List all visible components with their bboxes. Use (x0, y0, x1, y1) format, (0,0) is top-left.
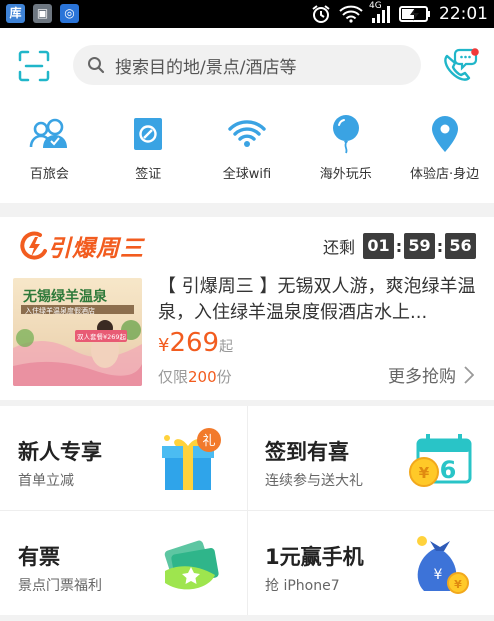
cell-subtitle: 景点门票福利 (18, 578, 102, 594)
wifi-icon (228, 120, 266, 147)
network-type-label: 4G (369, 1, 382, 11)
gallery-app-icon: ▣ (33, 4, 52, 23)
countdown-label: 还剩 (322, 238, 355, 257)
location-pin-icon (431, 116, 458, 152)
svg-text:6: 6 (440, 456, 457, 484)
grid-tickets[interactable]: 有票 景点门票福利 (0, 511, 247, 615)
flash-sale-logo[interactable]: 引爆周三 (18, 229, 144, 263)
nav-item-global-wifi[interactable]: 全球wifi (198, 113, 297, 193)
search-placeholder: 搜索目的地/景点/酒店等 (115, 57, 297, 78)
grid-checkin[interactable]: 签到有喜 连续参与送大礼 6 ¥ (247, 406, 494, 510)
customer-service-button[interactable] (440, 47, 480, 85)
wifi-signal-icon (339, 5, 363, 23)
nav-label: 签证 (135, 167, 162, 182)
price-value: 269 (169, 328, 220, 358)
more-deals-link[interactable]: 更多抢购 (388, 362, 474, 387)
grid-win-phone[interactable]: 1元赢手机 抢 iPhone7 ¥ ¥ (247, 511, 494, 615)
scan-icon (18, 50, 50, 82)
gift-box-icon: 礼 (162, 428, 221, 490)
section-divider (0, 203, 494, 217)
nav-label: 全球wifi (222, 167, 272, 182)
balloon-icon (332, 115, 359, 154)
flash-sale-logo-text: 引爆周三 (48, 236, 144, 262)
cell-title: 有票 (18, 545, 60, 569)
svg-text:¥: ¥ (454, 578, 462, 591)
money-bag-icon: ¥ ¥ (417, 536, 469, 594)
countdown-hours: 01 (363, 233, 394, 259)
limit-suffix: 份 (216, 368, 232, 386)
group-icon (30, 118, 68, 148)
cell-subtitle: 首单立减 (18, 473, 74, 489)
price-suffix: 起 (219, 339, 234, 355)
cell-title: 签到有喜 (265, 440, 349, 464)
thumb-badge-text: 双人套餐¥269起 (77, 333, 127, 341)
limit-count: 200 (188, 368, 217, 386)
svg-text:¥: ¥ (419, 464, 430, 482)
app-ku-icon: 库 (6, 4, 25, 23)
scan-button[interactable] (18, 50, 50, 82)
battery-charging-icon (399, 6, 430, 22)
blue-app-icon: ◎ (60, 4, 79, 23)
promo-title[interactable]: 【 引爆周三 】无锡双人游，爽泡绿羊温泉，入住绿羊温泉度假酒店水上... (158, 274, 478, 326)
countdown-seconds: 56 (445, 233, 476, 259)
alarm-icon (312, 5, 330, 23)
more-deals-label: 更多抢购 (388, 367, 456, 387)
cell-subtitle: 连续参与送大礼 (265, 473, 363, 489)
countdown-timer: 还剩 01 : 59 : 56 (323, 233, 476, 259)
thumb-banner-text: 入住绿羊温泉度假酒店 (25, 307, 95, 315)
svg-text:礼: 礼 (202, 433, 215, 449)
flash-sale-logo-icon (20, 231, 47, 260)
countdown-separator: : (436, 236, 444, 256)
nav-item-bailvhui[interactable]: 百旅会 (0, 113, 99, 193)
promo-price: ¥269起 (158, 328, 233, 358)
nav-label: 体验店·身边 (410, 167, 480, 182)
tickets-icon (164, 540, 219, 590)
grid-new-user[interactable]: 新人专享 首单立减 礼 (0, 406, 247, 510)
nav-item-visa[interactable]: 签证 (99, 113, 198, 193)
checkin-calendar-icon: 6 ¥ (409, 434, 472, 487)
countdown-minutes: 59 (404, 233, 435, 259)
thumb-title-text: 无锡绿羊温泉 (23, 289, 107, 305)
status-bar: 库 ▣ ◎ 4G 22:01 (0, 0, 494, 28)
nav-item-overseas-fun[interactable]: 海外玩乐 (296, 113, 395, 193)
section-divider (0, 615, 494, 621)
promo-thumbnail[interactable]: 无锡绿羊温泉 入住绿羊温泉度假酒店 双人套餐¥269起 (13, 278, 142, 386)
phone-message-icon (444, 48, 479, 81)
cell-title: 1元赢手机 (265, 545, 364, 569)
countdown-separator: : (395, 236, 403, 256)
price-currency: ¥ (158, 335, 170, 356)
visa-icon (134, 118, 163, 150)
nav-label: 百旅会 (29, 167, 69, 182)
cell-subtitle: 抢 iPhone7 (265, 578, 340, 594)
search-bar[interactable]: 搜索目的地/景点/酒店等 (73, 45, 421, 85)
chevron-right-icon (464, 365, 474, 384)
clock-time: 22:01 (439, 4, 488, 24)
grid-divider-horizontal (0, 510, 494, 511)
nav-item-experience-store[interactable]: 体验店·身边 (395, 113, 494, 193)
limit-prefix: 仅限 (158, 368, 189, 386)
stock-limit: 仅限200份 (158, 366, 232, 387)
cell-title: 新人专享 (18, 440, 102, 464)
svg-text:¥: ¥ (434, 567, 443, 583)
nav-label: 海外玩乐 (319, 167, 372, 182)
quick-nav: 百旅会 签证 全球wifi 海外玩乐 体验店·身边 (0, 113, 494, 193)
search-icon (88, 57, 105, 74)
